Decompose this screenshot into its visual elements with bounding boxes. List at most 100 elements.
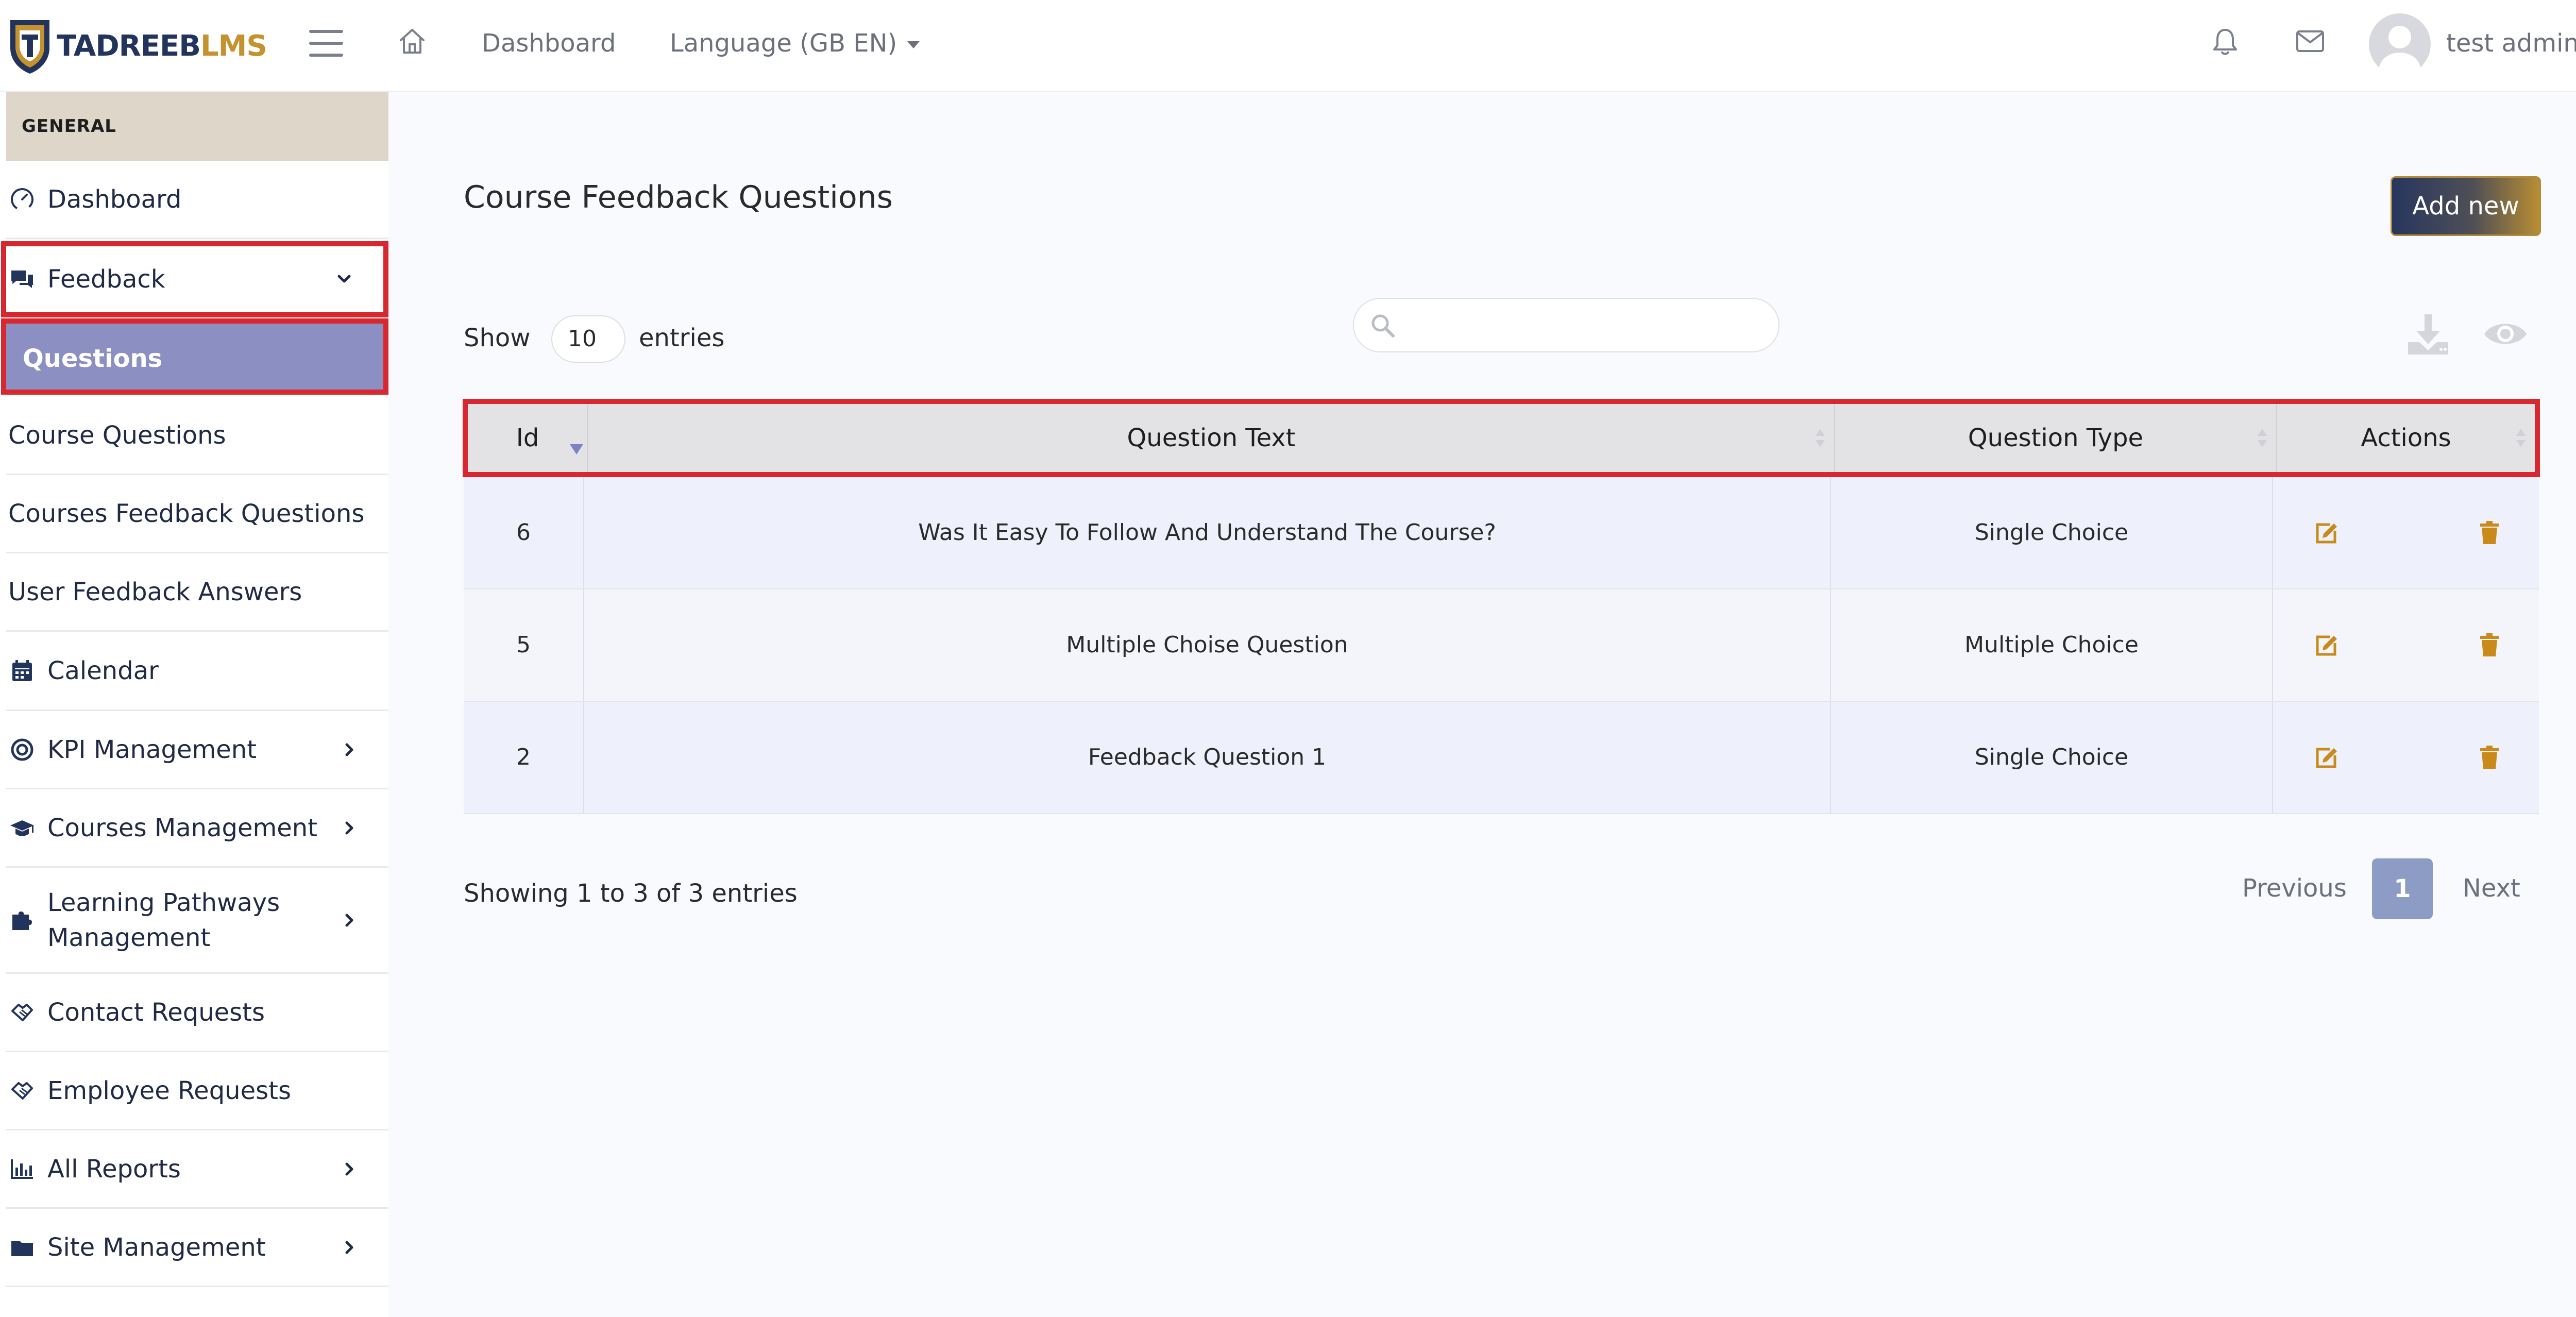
sidebar-item-user-feedback-answers[interactable]: User Feedback Answers [6, 553, 388, 632]
mail-icon[interactable] [2296, 30, 2325, 53]
sidebar-item-questions[interactable]: Questions [1, 318, 388, 395]
search-input[interactable] [1403, 306, 1764, 345]
language-label: Language (GB EN) [670, 29, 897, 58]
sidebar-item-kpi-management[interactable]: KPI Management [6, 711, 388, 789]
add-new-button[interactable]: Add new [2391, 176, 2541, 236]
sidebar-item-dashboard[interactable]: Dashboard [6, 161, 388, 239]
language-dropdown[interactable]: Language (GB EN) [670, 29, 920, 58]
eye-icon[interactable] [2482, 317, 2529, 350]
table-header: Id Question Text Question Type Actions [463, 399, 2540, 477]
search-icon [1371, 314, 1395, 337]
sidebar-item-course-questions[interactable]: Course Questions [6, 397, 388, 475]
pagination-next[interactable]: Next [2463, 874, 2520, 903]
sidebar-item-contact-requests[interactable]: Contact Requests [6, 974, 388, 1052]
user-avatar-icon [2379, 26, 2420, 75]
pagination-previous[interactable]: Previous [2242, 874, 2347, 903]
sidebar-section-label: GENERAL [6, 92, 388, 161]
search-box[interactable] [1353, 298, 1780, 352]
sidebar-item-label: KPI Management [47, 735, 257, 764]
cell-actions [2273, 589, 2539, 701]
handshake-icon [11, 1003, 33, 1021]
table-row: 2 Feedback Question 1 Single Choice [464, 702, 2539, 814]
sort-desc-icon [570, 444, 583, 454]
column-header-actions[interactable]: Actions [2277, 404, 2535, 472]
chevron-right-icon [345, 821, 353, 834]
sort-icon [2258, 429, 2267, 447]
cell-question-text: Was It Easy To Follow And Understand The… [584, 477, 1831, 588]
cell-question-type: Multiple Choice [1831, 589, 2273, 701]
brand-logo[interactable]: TADREEBLMS [8, 11, 267, 80]
edit-icon[interactable] [2314, 746, 2338, 770]
chevron-right-icon [345, 1241, 353, 1254]
cell-actions [2273, 702, 2539, 813]
avatar[interactable] [2369, 13, 2431, 75]
chat-icon [11, 271, 33, 288]
sidebar-item-courses-feedback-questions[interactable]: Courses Feedback Questions [6, 475, 388, 553]
sidebar: GENERAL Dashboard Feedback Questions Cou… [0, 92, 388, 1317]
entries-per-page-select[interactable]: 10 [551, 315, 625, 363]
folder-icon [11, 1240, 33, 1256]
calendar-icon [12, 660, 32, 681]
bar-chart-icon [11, 1159, 33, 1179]
top-navbar: TADREEBLMS Dashboard Language (GB EN) te… [0, 0, 2576, 92]
cell-question-type: Single Choice [1831, 702, 2273, 813]
sidebar-item-label: Calendar [47, 656, 159, 685]
entries-label: entries [639, 324, 725, 352]
cell-question-text: Feedback Question 1 [584, 702, 1831, 813]
puzzle-icon [12, 911, 32, 930]
column-header-label: Id [516, 424, 539, 452]
top-dashboard-link[interactable]: Dashboard [482, 29, 616, 58]
user-name[interactable]: test admin [2446, 29, 2576, 58]
menu-toggle-icon[interactable] [309, 30, 343, 57]
trash-icon[interactable] [2479, 745, 2500, 770]
sidebar-item-label: Questions [23, 344, 163, 373]
sidebar-item-label: Learning Pathways Management [47, 888, 280, 952]
sidebar-item-label: Site Management [47, 1232, 266, 1262]
cell-question-text: Multiple Choise Question [584, 589, 1831, 701]
table-info-text: Showing 1 to 3 of 3 entries [464, 879, 798, 908]
column-header-question-type[interactable]: Question Type [1835, 404, 2277, 472]
chevron-right-icon [345, 1162, 353, 1175]
sidebar-item-feedback[interactable]: Feedback [1, 241, 388, 317]
cell-id: 5 [464, 589, 584, 701]
sidebar-item-label: All Reports [47, 1154, 181, 1184]
table-row: 5 Multiple Choise Question Multiple Choi… [464, 589, 2539, 702]
column-header-id[interactable]: Id [468, 404, 588, 472]
chevron-right-icon [345, 914, 353, 926]
cell-question-type: Single Choice [1831, 477, 2273, 588]
home-icon[interactable] [398, 27, 427, 56]
column-header-label: Question Type [1968, 424, 2144, 452]
sidebar-item-learning-pathways[interactable]: Learning Pathways Management [6, 868, 388, 974]
handshake-icon [11, 1082, 33, 1100]
trash-icon[interactable] [2479, 633, 2500, 657]
shield-logo-icon [10, 20, 49, 74]
sidebar-item-label: Courses Feedback Questions [8, 499, 365, 528]
gauge-icon [11, 188, 33, 211]
chevron-right-icon [345, 743, 353, 756]
sort-icon [1816, 429, 1825, 447]
page-title: Course Feedback Questions [464, 179, 893, 215]
cell-actions [2273, 477, 2539, 588]
cell-id: 2 [464, 702, 584, 813]
cell-id: 6 [464, 477, 584, 588]
column-header-question-text[interactable]: Question Text [588, 404, 1835, 472]
column-header-label: Question Text [1127, 424, 1296, 452]
graduation-cap-icon [10, 820, 34, 836]
download-icon[interactable] [2406, 312, 2450, 357]
trash-icon[interactable] [2479, 520, 2500, 545]
sidebar-item-label: User Feedback Answers [8, 577, 302, 606]
sidebar-item-courses-management[interactable]: Courses Management [6, 789, 388, 868]
target-icon [11, 738, 33, 761]
edit-icon[interactable] [2314, 521, 2338, 545]
sidebar-item-site-management[interactable]: Site Management [6, 1209, 388, 1287]
bell-icon[interactable] [2211, 27, 2239, 57]
pagination-page-1[interactable]: 1 [2372, 858, 2433, 919]
caret-down-icon [907, 41, 920, 48]
sidebar-item-employee-requests[interactable]: Employee Requests [6, 1052, 388, 1130]
show-label: Show [464, 324, 531, 352]
sidebar-item-all-reports[interactable]: All Reports [6, 1130, 388, 1209]
edit-icon[interactable] [2314, 634, 2338, 657]
sidebar-item-calendar[interactable]: Calendar [6, 632, 388, 711]
sort-icon [2516, 429, 2526, 447]
sidebar-item-label: Courses Management [47, 813, 318, 842]
